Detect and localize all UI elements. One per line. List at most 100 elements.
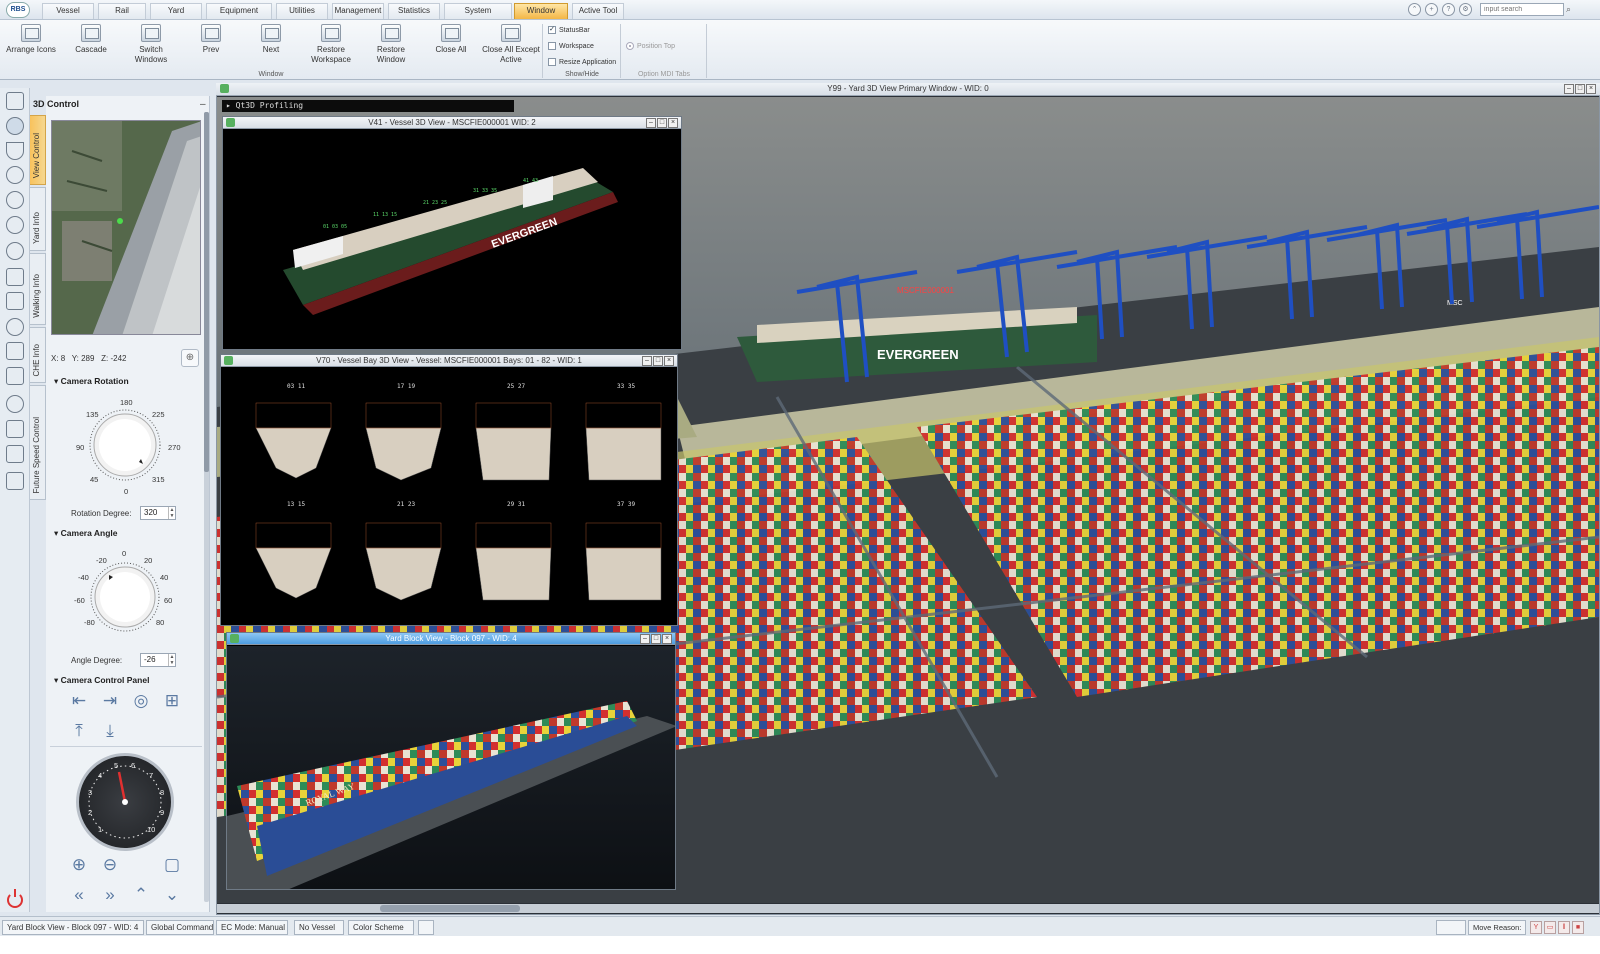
close-all-except-active-button[interactable]: Close All Except Active	[482, 22, 540, 70]
stepper-arrows-icon[interactable]: ▲ ▼	[168, 654, 175, 666]
settings-icon[interactable]: ⚙	[1459, 3, 1472, 16]
camera-rotation-title[interactable]: ▾ Camera Rotation	[54, 376, 129, 387]
rotation-dial[interactable]	[88, 408, 162, 484]
menu-tab-yard[interactable]: Yard	[150, 3, 202, 19]
camera-angle-title[interactable]: ▾ Camera Angle	[54, 528, 117, 539]
yard-block-view-window[interactable]: Yard Block View - Block 097 - WID: 4 – □…	[226, 632, 676, 890]
status-color-scheme[interactable]: Color Scheme	[348, 920, 414, 935]
power-icon[interactable]	[7, 889, 23, 908]
vessel-bay-3d-view-titlebar[interactable]: V70 - Vessel Bay 3D View - Vessel: MSCFI…	[221, 355, 677, 367]
globe-icon[interactable]	[6, 191, 24, 209]
status-empty-cell[interactable]	[418, 920, 434, 935]
stop-icon[interactable]: ■	[1572, 921, 1584, 934]
window-icon[interactable]: ▭	[1544, 921, 1556, 934]
minimize-icon[interactable]: –	[642, 356, 652, 366]
angle-dial[interactable]	[89, 561, 161, 635]
restore-window-button[interactable]: Restore Window	[362, 22, 420, 70]
filter-icon[interactable]	[6, 142, 24, 160]
maximize-icon[interactable]: □	[651, 634, 661, 644]
workspace-checkbox[interactable]: Workspace	[548, 42, 594, 50]
menu-tab-management[interactable]: Management	[332, 3, 384, 19]
gear-icon[interactable]	[6, 117, 24, 135]
yard-block-view-titlebar[interactable]: Yard Block View - Block 097 - WID: 4 – □…	[227, 633, 675, 645]
panel-scrollbar-thumb[interactable]	[204, 112, 209, 472]
layout-grid-icon[interactable]	[6, 92, 24, 110]
filter-icon[interactable]: Y	[1530, 921, 1542, 934]
close-icon[interactable]: ×	[668, 118, 678, 128]
menu-tab-statistics[interactable]: Statistics	[388, 3, 440, 19]
stepper-arrows-icon[interactable]: ▲ ▼	[168, 507, 175, 519]
main-scrollbar-thumb[interactable]	[380, 905, 520, 912]
status-ec-mode[interactable]: EC Mode: Manual	[216, 920, 288, 935]
speed-gauge[interactable]	[76, 753, 174, 851]
bar-chart-icon[interactable]	[6, 292, 24, 310]
prev-button[interactable]: Prev	[182, 22, 240, 70]
switch-windows-button[interactable]: Switch Windows	[122, 22, 180, 70]
tab-yard-info[interactable]: Yard Info	[30, 187, 46, 251]
camera-control-panel-title[interactable]: ▾ Camera Control Panel	[54, 675, 149, 686]
minimize-icon[interactable]: –	[200, 99, 206, 110]
minimize-icon[interactable]: –	[1564, 84, 1574, 94]
chat-icon[interactable]	[6, 472, 24, 490]
statusbar-checkbox[interactable]: ✓ StatusBar	[548, 26, 590, 34]
menu-tab-equipment-control[interactable]: Equipment Control	[206, 3, 272, 29]
lock-icon[interactable]	[6, 420, 24, 438]
angle-degree-stepper[interactable]: -26 ▲ ▼	[140, 653, 176, 667]
maximize-icon[interactable]: □	[653, 356, 663, 366]
move-up-icon[interactable]: ⤒	[68, 721, 90, 743]
help-icon[interactable]: ?	[1442, 3, 1455, 16]
zoom-fit-icon[interactable]: ⊕	[181, 349, 199, 367]
tab-view-control[interactable]: View Control	[30, 115, 46, 185]
menu-tab-utilities[interactable]: Utilities	[276, 3, 328, 19]
next-button[interactable]: Next	[242, 22, 300, 70]
close-icon[interactable]: ×	[1586, 84, 1596, 94]
pan-left-icon[interactable]: ⇤	[68, 691, 90, 713]
main-window-titlebar[interactable]: Y99 - Yard 3D View Primary Window - WID:…	[216, 83, 1600, 96]
status-vessel[interactable]: No Vessel	[294, 920, 344, 935]
pan-right-icon[interactable]: ⇥	[99, 691, 121, 713]
check-circle-icon[interactable]	[6, 318, 24, 336]
reset-view-icon[interactable]: ▢	[161, 855, 183, 877]
fit-view-icon[interactable]: ⊞	[161, 691, 183, 713]
printer-icon[interactable]	[6, 445, 24, 463]
maximize-icon[interactable]: □	[657, 118, 667, 128]
yard-minimap[interactable]	[51, 120, 201, 335]
rewind-icon[interactable]: «	[68, 885, 90, 907]
rotation-degree-stepper[interactable]: 320 ▲ ▼	[140, 506, 176, 520]
cascade-button[interactable]: Cascade	[62, 22, 120, 70]
restore-workspace-button[interactable]: Restore Workspace	[302, 22, 360, 70]
search-icon[interactable]: ⌕	[1566, 3, 1578, 16]
search-icon[interactable]	[6, 216, 24, 234]
minimize-icon[interactable]: –	[646, 118, 656, 128]
tab-che-info[interactable]: CHE Info	[30, 327, 46, 383]
maximize-icon[interactable]: □	[1575, 84, 1585, 94]
close-all-button[interactable]: Close All	[422, 22, 480, 70]
menu-tab-vessel[interactable]: Vessel	[42, 3, 94, 19]
arrange-icons-button[interactable]: Arrange Icons	[2, 22, 60, 70]
close-icon[interactable]: ×	[662, 634, 672, 644]
tilt-up-icon[interactable]: ⌃	[130, 885, 152, 907]
zoom-in-icon[interactable]: ⊕	[68, 855, 90, 877]
move-down-icon[interactable]: ⤓	[99, 721, 121, 743]
clock-icon[interactable]	[6, 166, 24, 184]
search-input[interactable]	[1480, 3, 1564, 16]
menu-tab-active-tool[interactable]: Active Tool	[572, 3, 624, 19]
focus-target-icon[interactable]: ◎	[130, 691, 152, 713]
clipboard-icon[interactable]	[6, 367, 24, 385]
fast-forward-icon[interactable]: »	[99, 885, 121, 907]
tilt-down-icon[interactable]: ⌄	[161, 885, 183, 907]
refresh-icon[interactable]	[6, 242, 24, 260]
minimize-icon[interactable]: –	[640, 634, 650, 644]
vessel-bay-3d-view-window[interactable]: V70 - Vessel Bay 3D View - Vessel: MSCFI…	[220, 354, 678, 626]
resize-application-checkbox[interactable]: Resize Application	[548, 58, 616, 66]
position-top-radio[interactable]: Position Top	[626, 42, 675, 50]
zoom-in-icon[interactable]: +	[1425, 3, 1438, 16]
menu-tab-rail[interactable]: Rail	[98, 3, 146, 19]
document-icon[interactable]	[6, 268, 24, 286]
vessel-3d-view-titlebar[interactable]: V41 - Vessel 3D View - MSCFIE000001 WID:…	[223, 117, 681, 129]
vessel-3d-view-window[interactable]: V41 - Vessel 3D View - MSCFIE000001 WID:…	[222, 116, 682, 350]
arrow-up-icon[interactable]: ⌃	[1408, 3, 1421, 16]
history-icon[interactable]	[6, 395, 24, 413]
status-global-command[interactable]: Global Command	[146, 920, 214, 935]
menu-tab-window[interactable]: Window	[514, 3, 568, 19]
